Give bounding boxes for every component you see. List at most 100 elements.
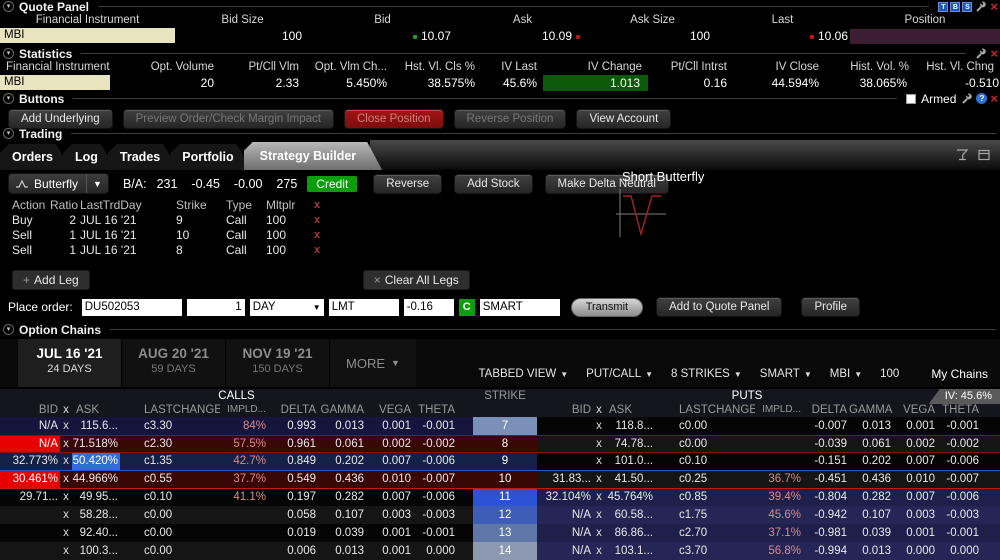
put-last-cell[interactable]: c0.00 — [655, 436, 755, 452]
implied-vol-column-header[interactable]: IMPLD... — [220, 403, 268, 417]
vega-column-header[interactable]: VEGA — [366, 403, 413, 417]
call-theta-cell[interactable]: -0.003 — [413, 506, 457, 524]
call-ask-cell[interactable]: 49.95... — [72, 489, 120, 507]
leg-strike-cell[interactable]: 8 — [176, 243, 226, 258]
call-gamma-cell[interactable]: 0.282 — [318, 489, 366, 507]
call-vega-cell[interactable]: 0.010 — [366, 471, 413, 488]
ask-column-header[interactable]: ASK — [605, 403, 655, 417]
put-vega-cell[interactable]: 0.003 — [893, 506, 937, 524]
add-stock-button[interactable]: Add Stock — [454, 174, 532, 194]
delta-column-header[interactable]: DELTA — [268, 403, 318, 417]
bid-column-header[interactable]: BID — [537, 403, 593, 417]
put-change-cell[interactable]: 36.7% — [755, 471, 803, 488]
call-delta-cell[interactable]: 0.197 — [268, 489, 318, 507]
put-vega-cell[interactable]: 0.007 — [893, 489, 937, 507]
put-vega-cell[interactable]: 0.001 — [893, 524, 937, 542]
put-last-cell[interactable]: c0.85 — [655, 489, 755, 507]
gamma-column-header[interactable]: GAMMA — [318, 403, 366, 417]
put-last-cell[interactable]: c0.00 — [655, 417, 755, 435]
route-field[interactable] — [480, 299, 560, 316]
call-last-cell[interactable]: c0.55 — [120, 471, 220, 488]
call-vega-cell[interactable]: 0.001 — [366, 417, 413, 435]
preview-order-check-margin-impact-button[interactable]: Preview Order/Check Margin Impact — [123, 109, 334, 129]
call-delta-cell[interactable]: 0.019 — [268, 524, 318, 542]
mbi-control[interactable]: MBI▼ — [830, 368, 862, 380]
call-theta-cell[interactable]: -0.001 — [413, 417, 457, 435]
call-bid-cell[interactable]: 30.461% — [0, 471, 60, 488]
put-gamma-cell[interactable]: 0.107 — [849, 506, 893, 524]
leg-strike-cell[interactable]: 9 — [176, 213, 226, 228]
put-vega-cell[interactable]: 0.002 — [893, 436, 937, 452]
call-theta-cell[interactable]: -0.006 — [413, 489, 457, 507]
put-bid-cell[interactable]: N/A — [537, 542, 593, 560]
leg-multiplier-cell[interactable]: 100 — [266, 228, 308, 243]
call-change-cell[interactable]: 84% — [220, 417, 268, 435]
leg-strike-cell[interactable]: 10 — [176, 228, 226, 243]
tab-strategy-builder[interactable]: Strategy Builder — [244, 142, 383, 170]
put-ask-cell[interactable]: 103.1... — [605, 542, 655, 560]
call-ask-cell[interactable]: 44.966% — [72, 471, 120, 488]
close-section-icon[interactable]: × — [990, 49, 998, 59]
put-last-cell[interactable]: c1.75 — [655, 506, 755, 524]
8-strikes-control[interactable]: 8 STRIKES▼ — [671, 368, 742, 380]
remove-leg-icon[interactable]: x — [308, 228, 326, 243]
call-vega-cell[interactable]: 0.007 — [366, 489, 413, 507]
close-section-icon[interactable]: × — [990, 2, 998, 12]
call-delta-cell[interactable]: 0.058 — [268, 506, 318, 524]
put-theta-cell[interactable]: -0.003 — [937, 506, 981, 524]
strike-cell[interactable]: 10 — [473, 471, 537, 488]
put-theta-cell[interactable]: -0.001 — [937, 524, 981, 542]
put-bid-cell[interactable]: N/A — [537, 524, 593, 542]
trading-collapse-icon[interactable]: ▾ — [3, 128, 14, 139]
call-ask-cell[interactable]: 58.28... — [72, 506, 120, 524]
remove-leg-icon[interactable]: x — [308, 243, 326, 258]
call-change-cell[interactable] — [220, 506, 268, 524]
put-delta-cell[interactable]: -0.942 — [803, 506, 849, 524]
instrument-cell[interactable]: MBI — [0, 28, 175, 44]
put-last-cell[interactable]: c3.70 — [655, 542, 755, 560]
position-cell[interactable] — [850, 28, 1000, 44]
instrument-cell[interactable]: MBI — [0, 75, 110, 91]
call-last-cell[interactable]: c0.00 — [120, 524, 220, 542]
put-theta-cell[interactable]: -0.006 — [937, 489, 981, 507]
call-change-cell[interactable] — [220, 524, 268, 542]
put-bid-cell[interactable] — [537, 436, 593, 452]
ask-column-header[interactable]: ASK — [72, 403, 120, 417]
put-ask-cell[interactable]: 118.8... — [605, 417, 655, 435]
leg-action-cell[interactable]: Sell — [12, 243, 50, 258]
put-theta-cell[interactable]: -0.007 — [937, 471, 981, 488]
call-bid-cell[interactable]: N/A — [0, 417, 60, 435]
call-delta-cell[interactable]: 0.849 — [268, 453, 318, 470]
call-last-cell[interactable]: c0.00 — [120, 542, 220, 560]
call-ask-cell[interactable]: 71.518% — [72, 436, 120, 452]
more-expiries-button[interactable]: MORE▼ — [330, 339, 416, 387]
window-button-t[interactable]: T — [938, 2, 948, 12]
reverse-button[interactable]: Reverse — [373, 174, 442, 194]
call-gamma-cell[interactable]: 0.107 — [318, 506, 366, 524]
put-delta-cell[interactable]: -0.994 — [803, 542, 849, 560]
remove-leg-icon[interactable]: x — [308, 213, 326, 228]
put-delta-cell[interactable]: -0.007 — [803, 417, 849, 435]
put-call-control[interactable]: PUT/CALL▼ — [586, 368, 653, 380]
tabbed-view-control[interactable]: TABBED VIEW▼ — [478, 368, 568, 380]
put-ask-cell[interactable]: 74.78... — [605, 436, 655, 452]
leg-action-cell[interactable]: Sell — [12, 228, 50, 243]
leg-ratio-cell[interactable]: 1 — [50, 243, 80, 258]
last-cell[interactable]: 10.06 — [715, 28, 850, 44]
leg-expiry-cell[interactable]: JUL 16 '21 — [80, 243, 176, 258]
call-gamma-cell[interactable]: 0.013 — [318, 417, 366, 435]
strike-cell[interactable]: 8 — [473, 436, 537, 452]
put-change-cell[interactable] — [755, 417, 803, 435]
put-bid-cell[interactable]: 31.83... — [537, 471, 593, 488]
put-bid-cell[interactable]: 32.104% — [537, 489, 593, 507]
add-leg-button[interactable]: +Add Leg — [12, 270, 90, 290]
put-ask-cell[interactable]: 101.0... — [605, 453, 655, 470]
call-ask-cell[interactable]: 92.40... — [72, 524, 120, 542]
put-gamma-cell[interactable]: 0.013 — [849, 417, 893, 435]
put-delta-cell[interactable]: -0.039 — [803, 436, 849, 452]
leg-type-cell[interactable]: Call — [226, 213, 266, 228]
put-change-cell[interactable] — [755, 453, 803, 470]
call-delta-cell[interactable]: 0.549 — [268, 471, 318, 488]
call-last-cell[interactable]: c3.30 — [120, 417, 220, 435]
put-bid-cell[interactable] — [537, 417, 593, 435]
